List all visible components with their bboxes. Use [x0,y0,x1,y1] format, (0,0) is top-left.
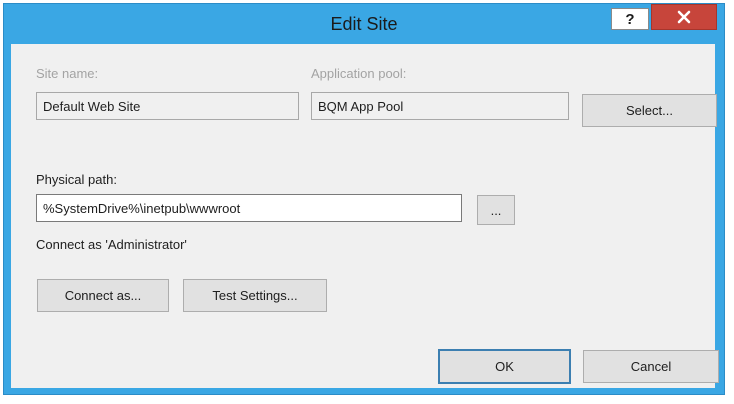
physical-path-label: Physical path: [36,172,117,187]
application-pool-label: Application pool: [311,66,407,81]
physical-path-input[interactable]: %SystemDrive%\inetpub\wwwroot [36,194,462,222]
site-name-field[interactable]: Default Web Site [36,92,299,120]
title-bar[interactable]: Edit Site ? [4,4,724,44]
browse-button[interactable]: ... [477,195,515,225]
site-name-label: Site name: [36,66,99,81]
test-settings-button[interactable]: Test Settings... [183,279,327,312]
close-button[interactable] [651,4,717,30]
select-button[interactable]: Select... [582,94,717,127]
connect-as-status: Connect as 'Administrator' [36,237,187,252]
connect-as-button[interactable]: Connect as... [37,279,169,312]
close-icon [677,10,691,24]
ok-button[interactable]: OK [438,349,571,384]
help-button[interactable]: ? [611,8,649,30]
dialog-body: Site name: Default Web Site Application … [11,44,719,388]
edit-site-dialog: Edit Site ? Site name: Default Web Site … [3,3,725,395]
cancel-button[interactable]: Cancel [583,350,719,383]
application-pool-field: BQM App Pool [311,92,569,120]
